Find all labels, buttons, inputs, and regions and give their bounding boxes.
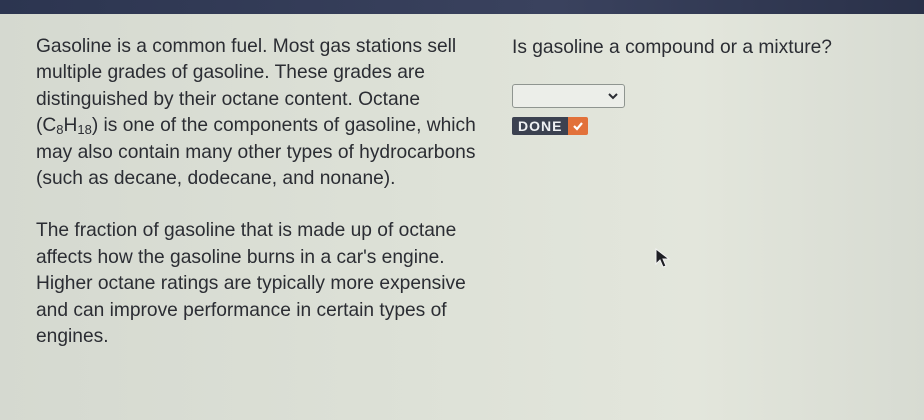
passage-paragraph-2: The fraction of gasoline that is made up… bbox=[36, 220, 466, 348]
passage: Gasoline is a common fuel. Most gas stat… bbox=[36, 34, 486, 376]
passage-text: ) is one of the components of gasoline, … bbox=[36, 115, 476, 190]
done-label: DONE bbox=[512, 117, 569, 135]
answer-dropdown[interactable] bbox=[512, 84, 625, 108]
top-bar bbox=[0, 0, 924, 14]
passage-paragraph-1: Gasoline is a common fuel. Most gas stat… bbox=[36, 34, 486, 192]
question-text: Is gasoline a compound or a mixture? bbox=[512, 37, 832, 58]
mouse-pointer-icon bbox=[655, 248, 671, 268]
passage-text: H bbox=[63, 115, 78, 137]
checkmark-icon bbox=[568, 117, 589, 135]
done-button[interactable]: DONE bbox=[512, 117, 589, 135]
subscript-18: 18 bbox=[77, 122, 92, 138]
chevron-down-icon bbox=[608, 93, 618, 100]
